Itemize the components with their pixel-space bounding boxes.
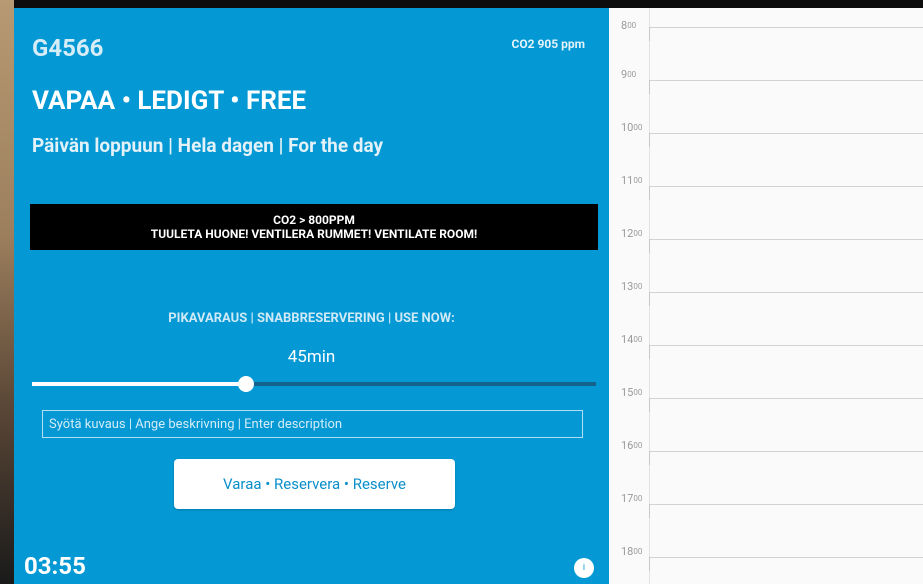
co2-alert-title: CO2 > 800PPM xyxy=(273,213,355,227)
hour-tick xyxy=(649,398,650,412)
calendar-hour-row[interactable]: 1200 xyxy=(609,227,923,253)
hour-tick xyxy=(649,451,650,465)
calendar-hour-row[interactable]: 1100 xyxy=(609,174,923,200)
hour-gridline xyxy=(649,557,923,558)
hour-tick xyxy=(649,186,650,200)
hour-gridline xyxy=(649,345,923,346)
hour-label: 1600 xyxy=(621,439,643,452)
hour-tick xyxy=(649,504,650,518)
device-bezel-top xyxy=(0,0,923,8)
hour-gridline xyxy=(649,292,923,293)
hour-label: 1800 xyxy=(621,545,643,558)
room-status-panel: G4566 CO2 905 ppm VAPAA • LEDIGT • FREE … xyxy=(14,8,609,584)
co2-alert-message: TUULETA HUONE! VENTILERA RUMMET! VENTILA… xyxy=(150,227,478,241)
calendar-hour-row[interactable]: 1300 xyxy=(609,280,923,306)
quick-reserve-duration: 45min xyxy=(287,347,336,367)
day-calendar[interactable]: 800 900 1000 1100 1200 1300 1400 1500 1600 1700 18… xyxy=(609,8,923,584)
hour-label: 800 xyxy=(621,19,637,32)
duration-slider[interactable] xyxy=(32,374,596,394)
hour-tick xyxy=(649,292,650,306)
hour-label: 1300 xyxy=(621,280,643,293)
hour-tick xyxy=(649,557,650,571)
calendar-hour-row[interactable]: 800 xyxy=(609,19,923,41)
calendar-hour-row[interactable]: 1500 xyxy=(609,386,923,412)
hour-label: 1100 xyxy=(621,174,643,187)
hour-label: 1500 xyxy=(621,386,643,399)
hour-gridline xyxy=(649,27,923,28)
device-bezel-left xyxy=(0,0,14,584)
room-name: G4566 xyxy=(32,34,104,62)
hour-tick xyxy=(649,133,650,147)
hour-label: 1700 xyxy=(621,492,643,505)
availability-duration: Päivän loppuun | Hela dagen | For the da… xyxy=(32,134,384,157)
calendar-hour-row[interactable]: 1600 xyxy=(609,439,923,465)
calendar-hour-row[interactable]: 1400 xyxy=(609,333,923,359)
room-status: VAPAA • LEDIGT • FREE xyxy=(32,86,307,116)
hour-gridline xyxy=(649,186,923,187)
clock: 03:55 xyxy=(24,552,86,580)
description-input[interactable] xyxy=(42,410,583,438)
slider-thumb[interactable] xyxy=(238,376,255,392)
hour-gridline xyxy=(649,451,923,452)
quick-reserve-label: PIKAVARAUS | SNABBRESERVERING | USE NOW: xyxy=(168,311,455,326)
hour-label: 1400 xyxy=(621,333,643,346)
hour-tick xyxy=(649,27,650,41)
hour-gridline xyxy=(649,239,923,240)
calendar-hour-row[interactable]: 1800 xyxy=(609,545,923,571)
hour-gridline xyxy=(649,398,923,399)
calendar-hour-row[interactable]: 1700 xyxy=(609,492,923,518)
slider-fill xyxy=(32,382,247,386)
hour-gridline xyxy=(649,80,923,81)
hour-label: 900 xyxy=(621,68,637,81)
calendar-hour-row[interactable]: 900 xyxy=(609,68,923,94)
hour-gridline xyxy=(649,133,923,134)
hour-label: 1200 xyxy=(621,227,643,240)
info-button[interactable]: i xyxy=(574,558,594,578)
co2-readout: CO2 905 ppm xyxy=(511,37,585,51)
hour-label: 1000 xyxy=(621,121,643,134)
co2-alert-banner: CO2 > 800PPM TUULETA HUONE! VENTILERA RU… xyxy=(30,204,598,250)
hour-tick xyxy=(649,239,650,253)
hour-gridline xyxy=(649,504,923,505)
reserve-button[interactable]: Varaa • Reservera • Reserve xyxy=(174,459,455,509)
calendar-hour-row[interactable]: 1000 xyxy=(609,121,923,147)
hour-tick xyxy=(649,80,650,94)
hour-tick xyxy=(649,345,650,359)
